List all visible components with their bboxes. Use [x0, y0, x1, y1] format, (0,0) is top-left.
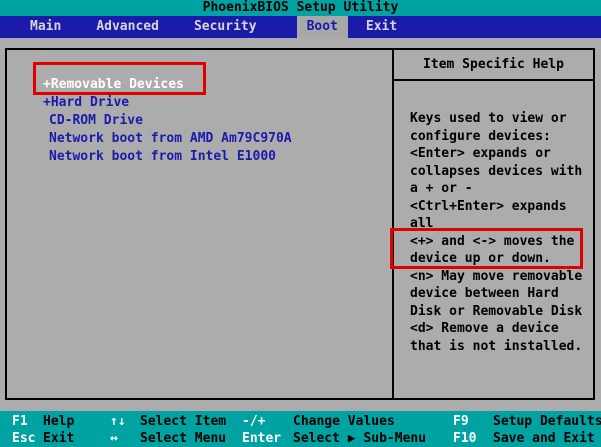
tab-main[interactable]: Main [20, 16, 71, 38]
tab-exit[interactable]: Exit [356, 16, 407, 38]
key-enter: Enter [242, 430, 281, 447]
boot-item-network-amd[interactable]: Network boot from AMD Am79C970A [7, 130, 392, 148]
help-line: all [410, 215, 593, 233]
footer-row-2: Esc Exit ↔ Select Menu Enter Select ▶ Su… [0, 430, 601, 447]
help-line: <n> May move removable [410, 268, 593, 286]
help-line: collapses devices with [410, 163, 593, 181]
tab-boot[interactable]: Boot [297, 16, 348, 38]
save-exit-desc: Save and Exit [493, 430, 595, 447]
help-line: Disk or Removable Disk [410, 303, 593, 321]
tab-security[interactable]: Security [184, 16, 267, 38]
key-esc-desc: Exit [43, 430, 74, 447]
help-line: a + or - [410, 180, 593, 198]
help-line: <d> Remove a device [410, 320, 593, 338]
select-item-desc: Select Item [140, 413, 226, 430]
select-submenu-desc: Select ▶ Sub-Menu [293, 430, 426, 447]
help-line: Keys used to view or [410, 110, 593, 128]
help-line: <Enter> expands or [410, 145, 593, 163]
key-f9: F9 [453, 413, 469, 430]
main-area: +Removable Devices +Hard Drive CD-ROM Dr… [5, 48, 595, 400]
left-right-arrows-key: ↔ [110, 430, 118, 447]
up-down-arrows-key: ↑↓ [110, 413, 126, 430]
help-line: that is not installed. [410, 338, 593, 356]
help-line: configure devices: [410, 128, 593, 146]
help-panel: Item Specific Help Keys used to view or … [394, 50, 593, 398]
boot-order-panel: +Removable Devices +Hard Drive CD-ROM Dr… [7, 50, 392, 398]
help-line: device between Hard [410, 285, 593, 303]
help-panel-title: Item Specific Help [394, 50, 593, 81]
help-text: Keys used to view or configure devices: … [394, 81, 593, 355]
boot-item-network-intel[interactable]: Network boot from Intel E1000 [7, 148, 392, 166]
help-line: <+> and <-> moves the [410, 233, 593, 251]
bios-setup-screen: PhoenixBIOS Setup Utility Main Advanced … [0, 0, 601, 447]
boot-item-removable-devices[interactable]: +Removable Devices [7, 76, 392, 94]
footer-keybar: F1 Help ↑↓ Select Item -/+ Change Values… [0, 411, 601, 447]
help-line: <Ctrl+Enter> expands [410, 198, 593, 216]
key-f1-desc: Help [43, 413, 74, 430]
menu-bar: Main Advanced Security Boot Exit [0, 16, 601, 38]
change-values-desc: Change Values [293, 413, 395, 430]
select-menu-desc: Select Menu [140, 430, 226, 447]
footer-row-1: F1 Help ↑↓ Select Item -/+ Change Values… [0, 413, 601, 430]
tab-advanced[interactable]: Advanced [86, 16, 169, 38]
key-f1: F1 [12, 413, 28, 430]
key-esc: Esc [12, 430, 35, 447]
boot-item-hard-drive[interactable]: +Hard Drive [7, 94, 392, 112]
setup-defaults-desc: Setup Defaults [493, 413, 601, 430]
minus-plus-key: -/+ [242, 413, 265, 430]
title-bar: PhoenixBIOS Setup Utility [0, 0, 601, 16]
key-f10: F10 [453, 430, 476, 447]
help-line: device up or down. [410, 250, 593, 268]
page-title: PhoenixBIOS Setup Utility [43, 0, 559, 16]
boot-device-list: +Removable Devices +Hard Drive CD-ROM Dr… [7, 76, 392, 166]
boot-item-cdrom-drive[interactable]: CD-ROM Drive [7, 112, 392, 130]
